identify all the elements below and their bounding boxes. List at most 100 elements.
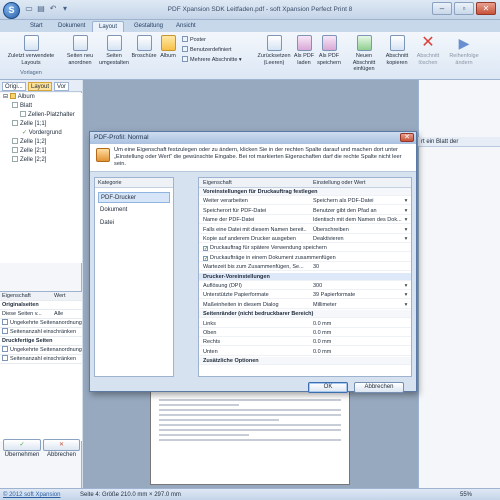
dialog-close-button[interactable]: ✕ [400, 133, 414, 142]
property-value[interactable]: 300 [313, 282, 403, 290]
grid-row[interactable]: Kopie auf anderem Drucker ausgeben Deakti… [199, 235, 411, 243]
grid-row[interactable]: Oben 0.0 mm [199, 329, 411, 337]
grid-section-header[interactable]: Voreinstellungen für Druckauftrag festle… [199, 188, 411, 196]
quick-access-undo-icon[interactable]: ↶ [48, 4, 58, 14]
multiple-sections-button[interactable]: Mehrere Abschnitte ▾ [182, 56, 242, 64]
checkbox[interactable]: ✓ [203, 246, 208, 252]
apply-button[interactable]: ✓ Übernehmen [3, 439, 41, 458]
property-value[interactable]: 0.0 mm [313, 320, 403, 328]
category-item-dokument[interactable]: Dokument [98, 205, 170, 216]
checkbox[interactable] [2, 328, 8, 334]
tab-original[interactable]: Origi... [2, 82, 26, 91]
maximize-button[interactable]: ▫ [454, 2, 474, 15]
tab-gestaltung[interactable]: Gestaltung [128, 21, 169, 32]
tree-node[interactable]: Zelle [2;1] [0, 147, 82, 156]
property-value[interactable]: Benutzer gibt den Pfad an [313, 207, 403, 215]
grid-row[interactable]: Links 0.0 mm [199, 320, 411, 328]
copy-section-button[interactable]: Abschnitt kopieren [382, 35, 412, 66]
checkbox[interactable]: ✓ [203, 255, 208, 261]
tab-layout-panel[interactable]: Layout [28, 82, 53, 91]
grid-row[interactable]: Wartezeit bis zum Zusammenfügen, Se... 30 [199, 263, 411, 272]
quick-access-dropdown-icon[interactable]: ▾ [60, 4, 70, 14]
close-button[interactable]: ✕ [476, 2, 496, 15]
tree-node[interactable]: Zelle [1;1] [0, 120, 82, 129]
prop-row[interactable]: Diese Seiten v... Alle [0, 310, 82, 319]
grid-row[interactable]: Maßeinheiten in diesem Dialog Millimeter ▾ [199, 301, 411, 309]
rearrange-pages-button[interactable]: Seiten neu anordnen [62, 35, 98, 66]
reorder-button[interactable]: ▶ Reihenfolge ändern [444, 35, 484, 66]
recent-layouts-button[interactable]: Zuletzt verwendete Layouts [4, 35, 58, 66]
grid-section-header[interactable]: Drucker-Voreinstellungen [199, 272, 411, 281]
load-pdf-button[interactable]: Als PDF laden [292, 35, 316, 66]
dropdown-arrow-icon[interactable]: ▾ [402, 291, 410, 299]
album-button[interactable]: Album [158, 35, 178, 60]
property-value[interactable]: Deaktivieren [313, 235, 403, 243]
tree-node[interactable]: ✓ Vordergrund [0, 129, 82, 138]
custom-button[interactable]: Benutzerdefiniert [182, 46, 232, 54]
poster-button[interactable]: Poster [182, 36, 206, 44]
property-value[interactable]: Millimeter [313, 301, 403, 309]
grid-row[interactable]: Weiter verarbeiten Speichern als PDF-Date… [199, 197, 411, 206]
cancel-left-button[interactable]: ✕ Abbrechen [43, 439, 80, 458]
tab-layout[interactable]: Layout [92, 21, 125, 32]
tab-start[interactable]: Start [24, 21, 49, 32]
category-item-pdf-drucker[interactable]: PDF-Drucker [98, 192, 170, 203]
category-item-datei[interactable]: Datei [98, 218, 170, 229]
tree-node[interactable]: Zelle [2;2] [0, 156, 82, 165]
tree-node[interactable]: Zellen-Platzhalter [0, 111, 82, 120]
delete-section-button[interactable]: ✕ Abschnitt löschen [412, 35, 444, 66]
grid-row[interactable]: Name der PDF-Datei Identisch mit dem Name… [199, 216, 411, 225]
tree-node[interactable]: Blatt [0, 102, 82, 111]
checkbox[interactable] [2, 355, 8, 361]
property-value[interactable]: 39 Papierformate [313, 291, 403, 299]
grid-row[interactable]: Speicherort für PDF-Datei Benutzer gibt d… [199, 207, 411, 215]
property-value[interactable]: Identisch mit dem Namen des Dok... [313, 216, 403, 224]
dropdown-arrow-icon[interactable]: ▾ [402, 207, 410, 215]
dropdown-arrow-icon[interactable]: ▾ [402, 282, 410, 290]
insert-section-button[interactable]: Neuen Abschnitt einfügen [346, 35, 382, 73]
tree-node[interactable]: Zelle [1;2] [0, 138, 82, 147]
prop-row[interactable]: Ungekehrte Seitenanordnung [0, 319, 82, 328]
tree-node[interactable]: ⊟ Album [0, 93, 82, 102]
ok-button[interactable]: OK [308, 382, 348, 393]
grid-check-row[interactable]: ✓ Druckaufträge in einem Dokument zusamme… [199, 254, 411, 262]
grid-row[interactable]: Auflösung (DPI) 300 ▾ [199, 282, 411, 290]
dropdown-arrow-icon[interactable]: ▾ [402, 216, 410, 224]
property-value[interactable]: 0.0 mm [313, 338, 403, 346]
brochure-button[interactable]: Broschüre [130, 35, 158, 60]
reset-button[interactable]: Zurücksetzen (Leeren) [256, 35, 292, 66]
checkbox[interactable] [2, 319, 8, 325]
tab-vorschau[interactable]: Vor [54, 82, 70, 91]
property-value[interactable]: Speichern als PDF-Datei [313, 197, 403, 205]
property-value[interactable]: 0.0 mm [313, 348, 403, 356]
page-icon [12, 102, 18, 108]
tab-ansicht[interactable]: Ansicht [170, 21, 202, 32]
checkbox[interactable] [2, 346, 8, 352]
property-value[interactable]: 0.0 mm [313, 329, 403, 337]
dropdown-arrow-icon[interactable]: ▾ [402, 197, 410, 205]
prop-row[interactable]: Seitenanzahl einschränken [0, 355, 82, 364]
dropdown-arrow-icon[interactable]: ▾ [402, 235, 410, 243]
reshape-pages-button[interactable]: Seiten umgestalten [98, 35, 130, 66]
prop-row[interactable]: Seitenanzahl einschränken [0, 328, 82, 337]
dialog-cancel-button[interactable]: Abbrechen [354, 382, 404, 393]
grid-row[interactable]: Rechts 0.0 mm [199, 338, 411, 347]
grid-section-header[interactable]: Seitenränder (nicht bedruckbarer Bereich… [199, 310, 411, 319]
grid-section-header[interactable]: Zusätzliche Optionen [199, 357, 411, 366]
property-value[interactable]: Überschreiben [313, 226, 403, 234]
grid-row[interactable]: Unten 0.0 mm [199, 348, 411, 356]
minimize-button[interactable]: – [432, 2, 452, 15]
dropdown-arrow-icon[interactable]: ▾ [402, 226, 410, 234]
grid-row[interactable]: Unterstützte Papierformate 39 Papierforma… [199, 291, 411, 300]
save-pdf-button[interactable]: Als PDF speichern [316, 35, 342, 66]
quick-access-new-icon[interactable]: ▭ [24, 4, 34, 14]
property-value[interactable]: 30 [313, 263, 403, 271]
app-logo-icon[interactable]: S [3, 2, 20, 19]
prop-row[interactable]: Ungekehrte Seitenanordnung [0, 346, 82, 355]
tab-dokument[interactable]: Dokument [52, 21, 91, 32]
copyright-link[interactable]: © 2012 soft Xpansion [3, 489, 60, 500]
grid-check-row[interactable]: ✓ Druckauftrag für spätere Verwendung spe… [199, 244, 411, 253]
quick-access-open-icon[interactable]: ▤ [36, 4, 46, 14]
grid-row[interactable]: Falls eine Datei mit diesem Namen bereit… [199, 226, 411, 234]
dropdown-arrow-icon[interactable]: ▾ [402, 301, 410, 309]
